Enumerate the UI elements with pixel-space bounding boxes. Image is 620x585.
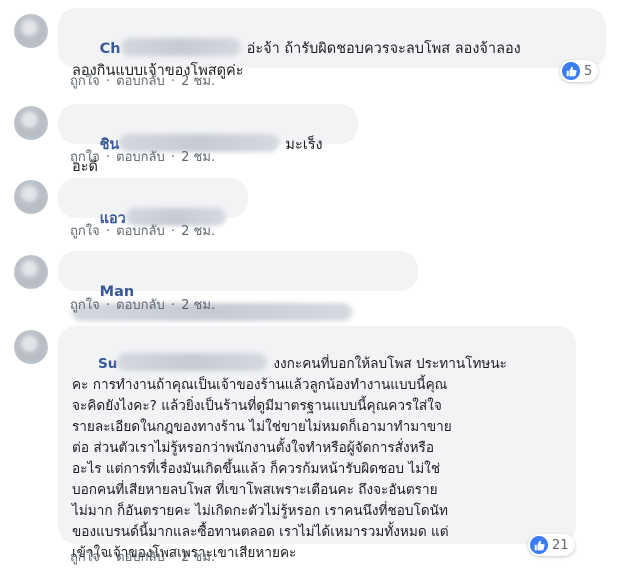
like-link[interactable]: ถูกใจ — [70, 298, 100, 313]
avatar[interactable] — [14, 330, 48, 364]
comment-actions: ถูกใจ · ตอบกลับ · 2 ชม. — [70, 150, 216, 165]
comment-actions: ถูกใจ · ตอบกลับ · 2 ชม. — [70, 74, 216, 89]
reaction-count[interactable]: 5 — [560, 60, 599, 82]
comment-bubble: แอว — [58, 178, 248, 227]
thumbs-up-icon — [530, 536, 548, 554]
timestamp[interactable]: 2 ชม. — [181, 74, 215, 89]
timestamp[interactable]: 2 ชม. — [181, 224, 215, 239]
comment-bubble: Su งงกะคนที่บอกให้ลบโพส ประทานโทษนะ คะ กา… — [58, 326, 576, 561]
avatar[interactable] — [14, 14, 48, 48]
timestamp[interactable]: 2 ชม. — [181, 298, 215, 313]
reply-link[interactable]: ตอบกลับ — [116, 150, 165, 165]
comment-actions: ถูกใจ · ตอบกลับ · 2 ชม. — [70, 224, 216, 239]
comment-bubble: Man — [58, 251, 418, 321]
avatar[interactable] — [14, 180, 48, 214]
redacted-name — [117, 353, 268, 371]
comment-actions: ถูกใจ · ตอบกลับ · 2 ชม. — [70, 550, 216, 565]
like-link[interactable]: ถูกใจ — [70, 150, 100, 165]
reply-link[interactable]: ตอบกลับ — [116, 298, 165, 313]
comment-actions: ถูกใจ · ตอบกลับ · 2 ชม. — [70, 298, 216, 313]
reaction-count[interactable]: 21 — [528, 534, 575, 556]
comment-bubble: ชิน มะเร็งอะดิ — [58, 104, 358, 175]
redacted-name — [120, 38, 241, 56]
reply-link[interactable]: ตอบกลับ — [116, 224, 165, 239]
avatar[interactable] — [14, 106, 48, 140]
thumbs-up-icon — [562, 62, 580, 80]
comment-author[interactable]: Ch — [100, 38, 247, 57]
timestamp[interactable]: 2 ชม. — [181, 150, 215, 165]
comment-author[interactable]: Su — [98, 353, 273, 372]
like-link[interactable]: ถูกใจ — [70, 224, 100, 239]
comment-text: งงกะคนที่บอกให้ลบโพส ประทานโทษนะ คะ การท… — [72, 356, 507, 561]
avatar[interactable] — [14, 255, 48, 289]
reply-link[interactable]: ตอบกลับ — [116, 74, 165, 89]
comment-bubble: Ch อ่ะจ้า ถ้ารับผิดชอบควรจะลบโพส ลองจ้าลอ… — [58, 8, 606, 79]
like-link[interactable]: ถูกใจ — [70, 74, 100, 89]
